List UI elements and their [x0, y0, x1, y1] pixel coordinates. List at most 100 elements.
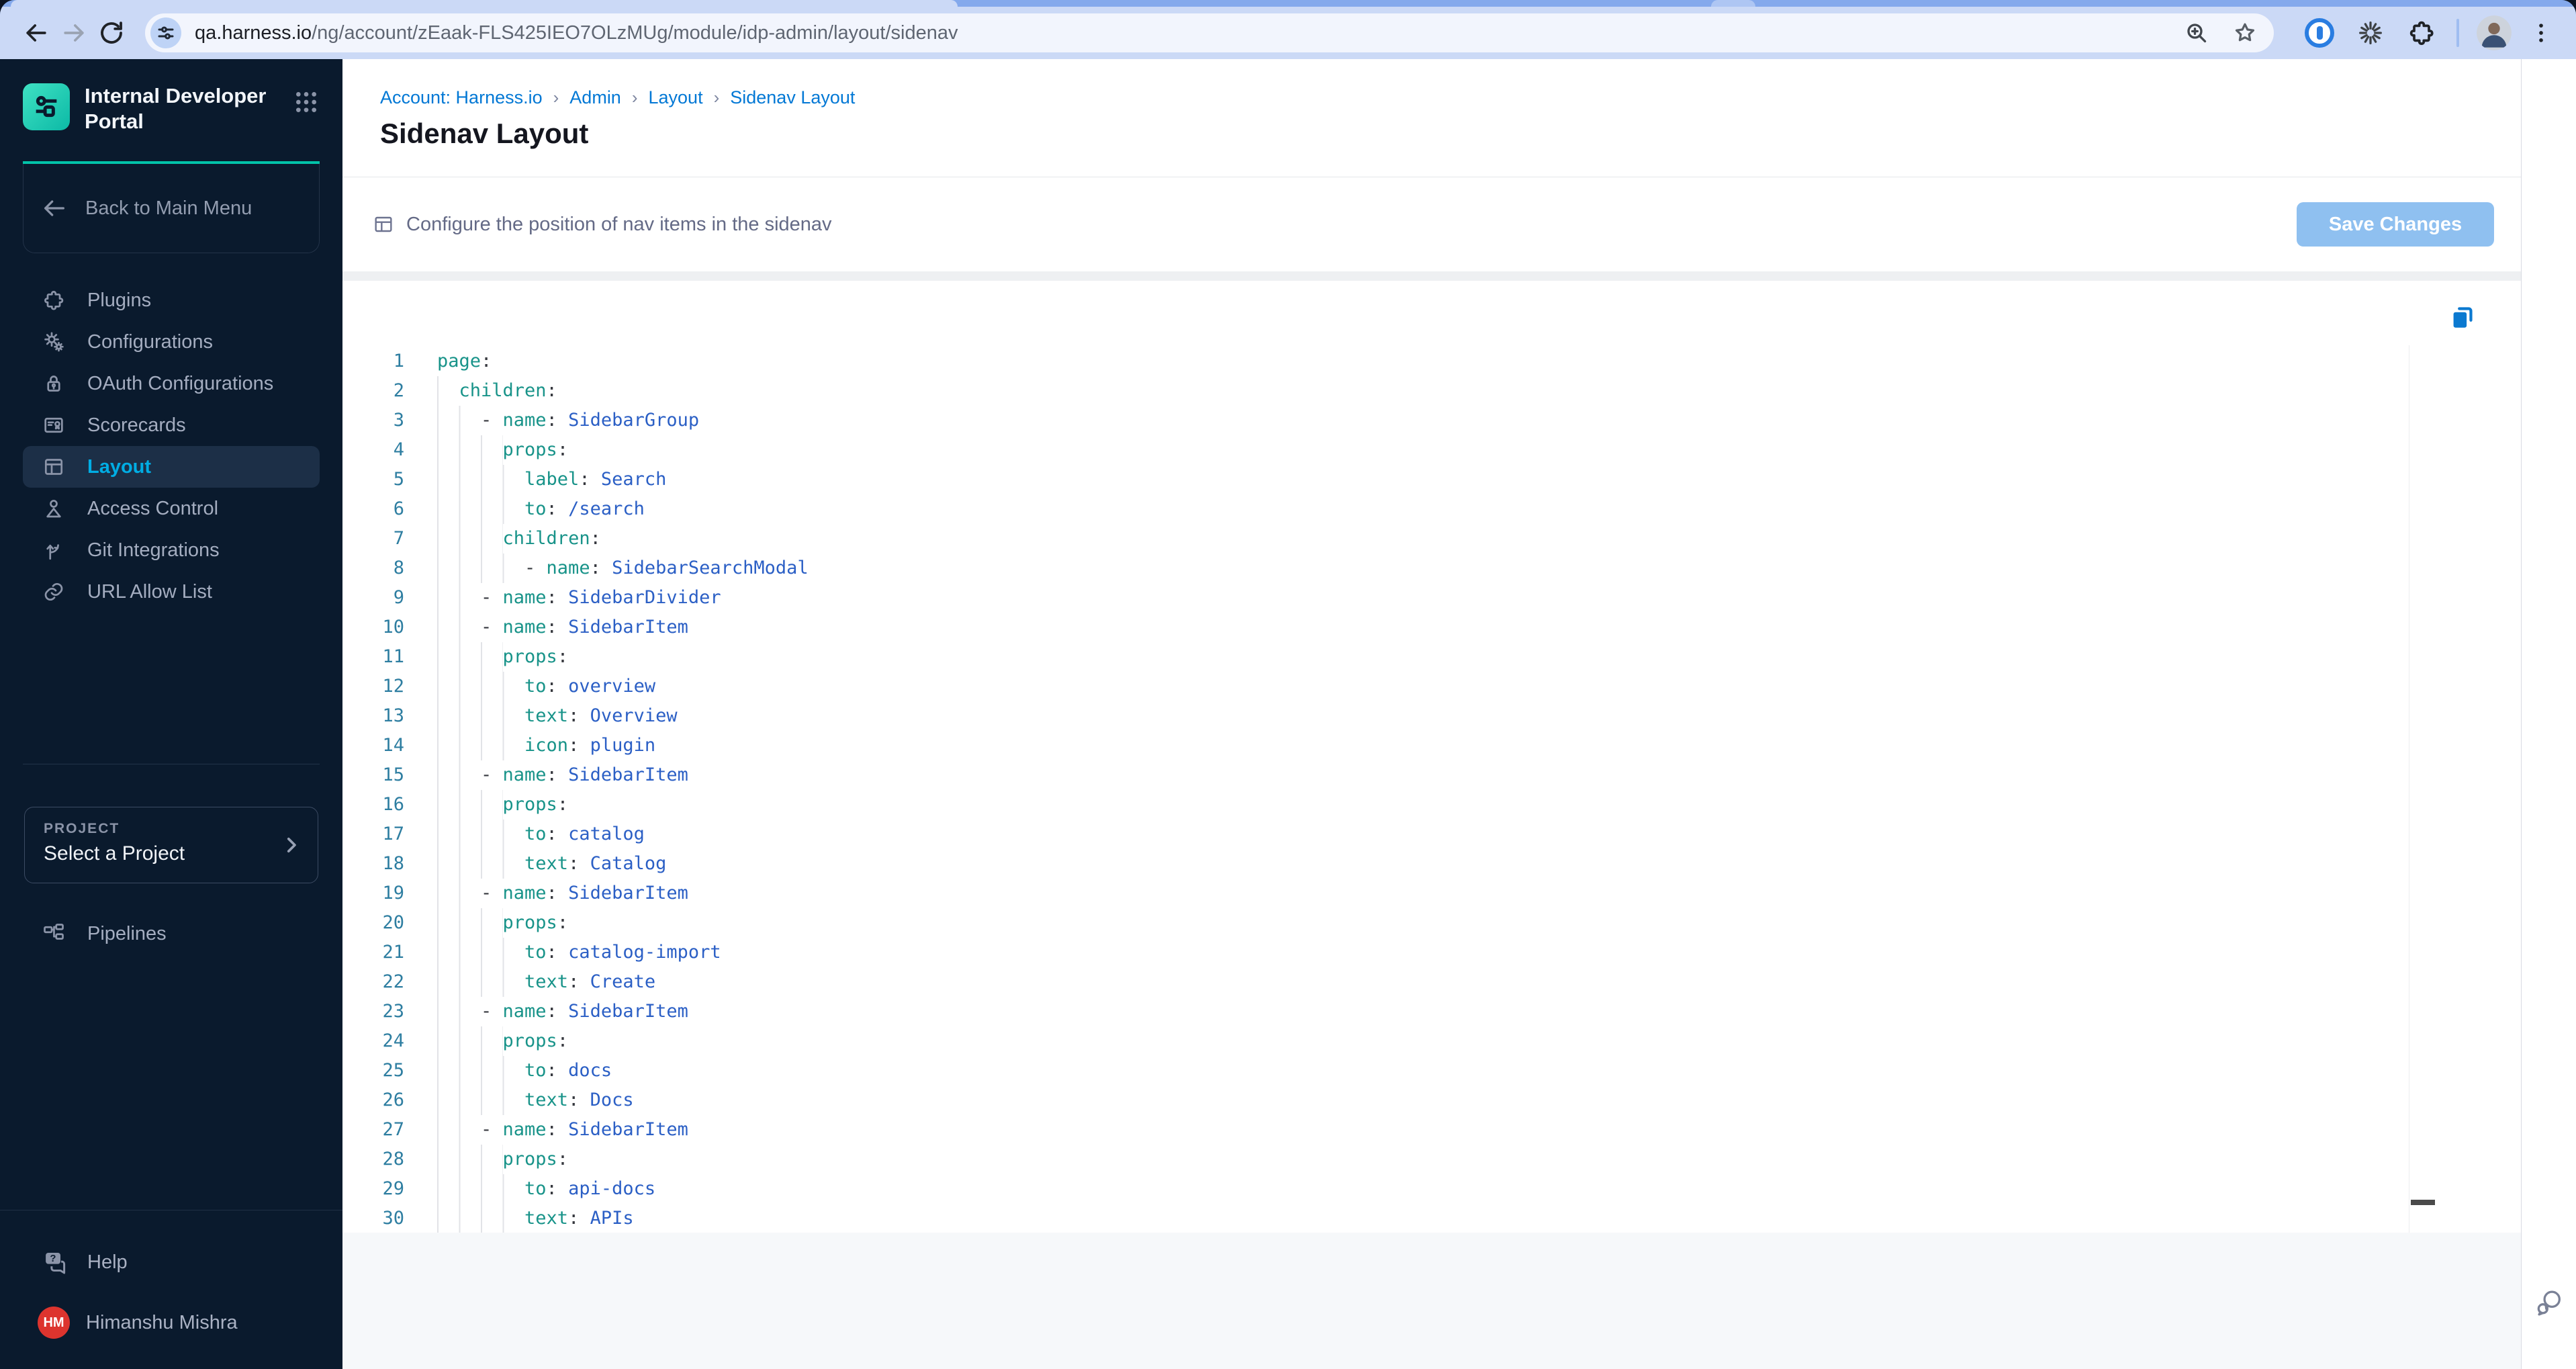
copy-yaml-button[interactable]	[2447, 302, 2478, 333]
code-line[interactable]: 8 - name: SidebarSearchModal	[342, 554, 2409, 583]
code-line[interactable]: 16 props:	[342, 790, 2409, 820]
indent-guides	[437, 376, 459, 406]
sidebar-item-layout[interactable]: Layout	[23, 446, 320, 488]
tune-icon	[158, 26, 174, 40]
grid-dots-icon	[296, 92, 316, 112]
site-settings-button[interactable]	[150, 17, 181, 48]
browser-reload-button[interactable]	[93, 14, 130, 52]
code-line[interactable]: 22 text: Create	[342, 967, 2409, 997]
line-content: to: catalog-import	[437, 938, 721, 967]
project-selector[interactable]: PROJECT Select a Project	[24, 807, 318, 883]
code-line[interactable]: 27 - name: SidebarItem	[342, 1115, 2409, 1145]
line-number: 26	[382, 1090, 404, 1110]
feedback-chat-button[interactable]	[2534, 1287, 2565, 1318]
code-line[interactable]: 11 props:	[342, 642, 2409, 672]
code-line[interactable]: 28 props:	[342, 1145, 2409, 1174]
browser-forward-button[interactable]	[55, 14, 93, 52]
code-line[interactable]: 9 - name: SidebarDivider	[342, 583, 2409, 613]
yaml-editor[interactable]: 1 page: 2 children: 3 - name: SidebarGroup 4 pr…	[342, 347, 2409, 1233]
code-line[interactable]: 21 to: catalog-import	[342, 938, 2409, 967]
breadcrumb-separator: ›	[631, 87, 638, 107]
url-bar[interactable]: qa.harness.io/ng/account/zEaak-FLS425IEO…	[145, 13, 2274, 52]
sidebar-item-label: Git Integrations	[87, 539, 220, 561]
code-line[interactable]: 10 - name: SidebarItem	[342, 613, 2409, 642]
url-host: qa.harness.io	[195, 21, 312, 44]
code-line[interactable]: 1 page:	[342, 347, 2409, 376]
code-line[interactable]: 18 text: Catalog	[342, 849, 2409, 879]
line-content: to: api-docs	[437, 1174, 655, 1204]
sidebar-item-access-control[interactable]: Access Control	[23, 488, 320, 529]
indent-guides	[437, 406, 481, 435]
code-line[interactable]: 19 - name: SidebarItem	[342, 879, 2409, 908]
code-line[interactable]: 30 text: APIs	[342, 1204, 2409, 1233]
code-line[interactable]: 14 icon: plugin	[342, 731, 2409, 760]
code-line[interactable]: 12 to: overview	[342, 672, 2409, 701]
sidebar-item-url-allow-list[interactable]: URL Allow List	[23, 571, 320, 613]
browser-profile-avatar[interactable]	[2477, 15, 2512, 50]
code-line[interactable]: 25 to: docs	[342, 1056, 2409, 1086]
indent-guides	[437, 672, 525, 701]
line-content: text: Overview	[437, 701, 678, 731]
browser-new-tab[interactable]	[1711, 0, 1755, 7]
loading-extension-button[interactable]	[2353, 15, 2388, 50]
code-line[interactable]: 2 children:	[342, 376, 2409, 406]
bookmark-button[interactable]	[2229, 17, 2260, 48]
url-text[interactable]: qa.harness.io/ng/account/zEaak-FLS425IEO…	[195, 22, 2164, 44]
browser-menu-button[interactable]	[2524, 15, 2559, 50]
sidebar-item-plugins[interactable]: Plugins	[23, 279, 320, 321]
line-content: icon: plugin	[437, 731, 655, 760]
save-changes-button[interactable]: Save Changes	[2297, 202, 2494, 247]
line-content: text: Create	[437, 967, 655, 997]
code-line[interactable]: 23 - name: SidebarItem	[342, 997, 2409, 1026]
line-number: 17	[382, 824, 404, 844]
code-line[interactable]: 15 - name: SidebarItem	[342, 760, 2409, 790]
svg-text:?: ?	[50, 1253, 56, 1264]
chevron-right-icon	[280, 834, 303, 856]
toolbar-divider	[2456, 19, 2459, 47]
spinner-icon	[2359, 21, 2382, 44]
code-line[interactable]: 24 props:	[342, 1026, 2409, 1056]
sidebar-item-configurations[interactable]: Configurations	[23, 321, 320, 363]
indent-guides	[437, 465, 525, 494]
module-switcher-button[interactable]	[293, 89, 320, 116]
code-line[interactable]: 6 to: /search	[342, 494, 2409, 524]
browser-back-button[interactable]	[17, 14, 55, 52]
breadcrumb-link[interactable]: Admin	[569, 87, 621, 108]
code-line[interactable]: 29 to: api-docs	[342, 1174, 2409, 1204]
sidebar-item-oauth-configurations[interactable]: OAuth Configurations	[23, 363, 320, 404]
sidebar-item-label: Plugins	[87, 289, 152, 311]
magnifier-plus-icon	[2187, 24, 2207, 43]
zoom-page-button[interactable]	[2181, 17, 2212, 48]
code-line[interactable]: 5 label: Search	[342, 465, 2409, 494]
help-button[interactable]: ? Help	[0, 1241, 342, 1283]
user-menu[interactable]: HM Himanshu Mishra	[0, 1302, 342, 1343]
breadcrumb-link[interactable]: Account: Harness.io	[380, 87, 543, 108]
code-line[interactable]: 20 props:	[342, 908, 2409, 938]
sidebar-item-pipelines[interactable]: Pipelines	[23, 913, 320, 955]
breadcrumb-link[interactable]: Sidenav Layout	[730, 87, 855, 108]
line-content: - name: SidebarDivider	[437, 583, 721, 613]
indent-guides	[437, 908, 503, 938]
code-line[interactable]: 26 text: Docs	[342, 1086, 2409, 1115]
code-line[interactable]: 17 to: catalog	[342, 820, 2409, 849]
browser-toolbar: qa.harness.io/ng/account/zEaak-FLS425IEO…	[0, 7, 2576, 59]
code-line[interactable]: 13 text: Overview	[342, 701, 2409, 731]
onepassword-extension-button[interactable]	[2302, 15, 2337, 50]
line-content: - name: SidebarItem	[437, 613, 688, 642]
browser-tab-strip	[0, 0, 2576, 7]
browser-active-tab[interactable]	[11, 0, 958, 7]
code-line[interactable]: 7 children:	[342, 524, 2409, 554]
line-content: text: APIs	[437, 1204, 634, 1233]
code-line[interactable]: 4 props:	[342, 435, 2409, 465]
breadcrumb-link[interactable]: Layout	[649, 87, 703, 108]
sidebar-item-git-integrations[interactable]: Git Integrations	[23, 529, 320, 571]
editor-scrollbar-thumb[interactable]	[2411, 1200, 2435, 1205]
url-path: /ng/account/zEaak-FLS425IEO7OLzMUg/modul…	[312, 21, 958, 44]
back-to-main-menu[interactable]: Back to Main Menu	[23, 164, 320, 253]
yaml-editor-panel: 1 page: 2 children: 3 - name: SidebarGroup 4 pr…	[342, 281, 2521, 1233]
code-line[interactable]: 3 - name: SidebarGroup	[342, 406, 2409, 435]
extensions-button[interactable]	[2404, 15, 2439, 50]
copy-icon	[2453, 307, 2473, 328]
sidebar-item-scorecards[interactable]: Scorecards	[23, 404, 320, 446]
browser-chrome: qa.harness.io/ng/account/zEaak-FLS425IEO…	[0, 0, 2576, 59]
